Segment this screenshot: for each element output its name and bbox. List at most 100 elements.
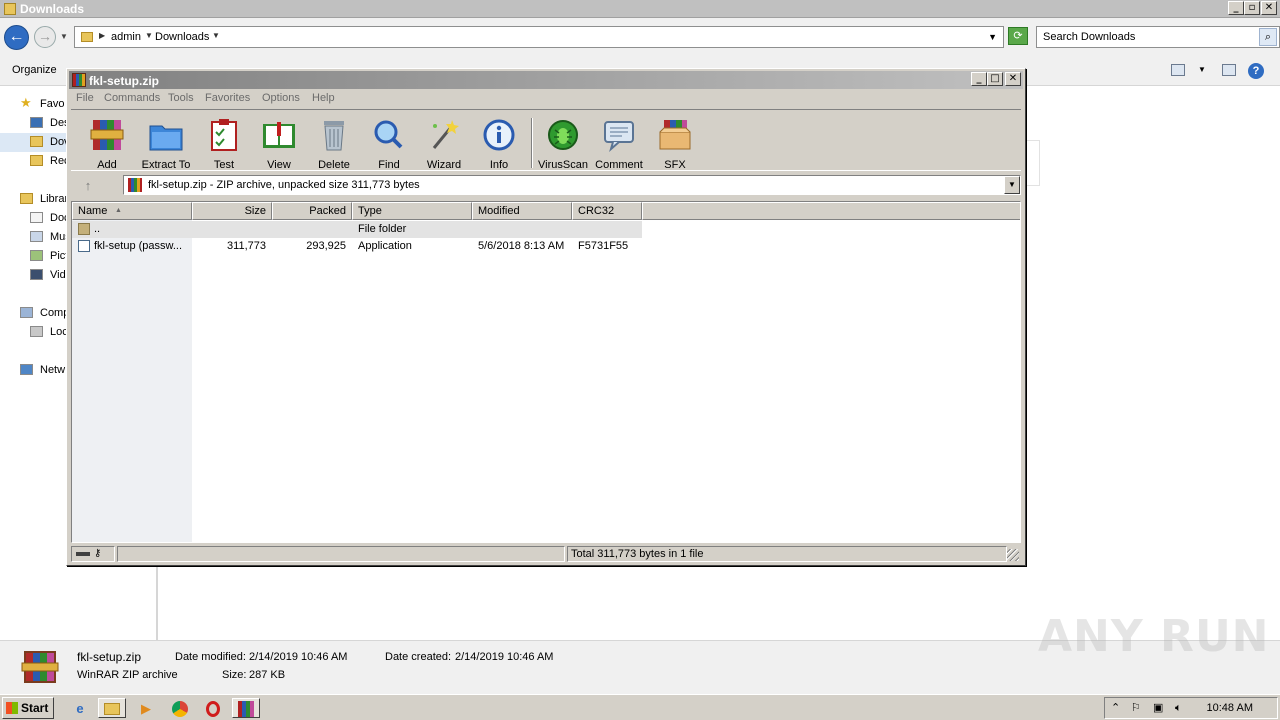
address-field[interactable]: ▶ admin ▼ Downloads ▼ ▼	[74, 26, 1004, 48]
breadcrumb-arrow-icon[interactable]: ▼	[212, 31, 220, 40]
extract-to-button[interactable]: Extract To	[138, 116, 194, 171]
taskbar-chrome[interactable]	[166, 698, 194, 718]
resize-grip-icon[interactable]	[1007, 549, 1019, 561]
winrar-titlebar[interactable]: fkl-setup.zip _ □ ✕	[69, 71, 1023, 89]
column-header-type[interactable]: Type	[352, 202, 472, 220]
view-button[interactable]: View	[251, 116, 307, 171]
windows-flag-icon	[6, 702, 18, 714]
archive-path-field[interactable]: fkl-setup.zip - ZIP archive, unpacked si…	[123, 175, 1021, 195]
forward-button[interactable]: →	[34, 26, 56, 48]
taskbar-ie[interactable]: e	[66, 698, 94, 718]
chrome-icon	[172, 701, 188, 717]
menu-tools[interactable]: Tools	[168, 92, 194, 104]
folder-icon	[4, 3, 16, 15]
help-icon[interactable]: ?	[1248, 63, 1264, 79]
table-row[interactable]: fkl-setup (passw... 311,773 293,925 Appl…	[72, 238, 642, 255]
archive-path-text: fkl-setup.zip - ZIP archive, unpacked si…	[148, 179, 420, 191]
search-placeholder: Search Downloads	[1043, 31, 1136, 43]
comment-button[interactable]: Comment	[591, 116, 647, 171]
details-created-label: Date created:	[385, 651, 452, 663]
nav-item-computer[interactable]: Comp	[40, 307, 69, 319]
search-icon[interactable]: ⌕	[1259, 28, 1277, 46]
recent-pages-dropdown-icon[interactable]: ▼	[60, 32, 68, 41]
folder-icon	[78, 223, 90, 235]
menu-options[interactable]: Options	[262, 92, 300, 104]
comment-icon	[604, 121, 634, 152]
wizard-button[interactable]: Wizard	[416, 116, 472, 171]
start-button[interactable]: Start	[2, 697, 54, 719]
row-packed: 293,925	[306, 240, 346, 252]
taskbar-explorer[interactable]	[98, 698, 126, 718]
column-header-modified[interactable]: Modified	[472, 202, 572, 220]
column-header-crc32[interactable]: CRC32	[572, 202, 642, 220]
up-one-level-button[interactable]: ↑	[77, 177, 99, 195]
network-status-icon[interactable]: ▣	[1153, 702, 1163, 714]
change-view-icon[interactable]	[1171, 64, 1185, 76]
status-drive-key-panel[interactable]: ⚷	[71, 546, 115, 562]
action-center-flag-icon[interactable]: ⚐	[1131, 702, 1141, 714]
info-button[interactable]: Info	[471, 116, 527, 171]
sort-ascending-icon: ▲	[115, 207, 122, 214]
breadcrumb-admin[interactable]: admin	[111, 31, 141, 43]
add-button[interactable]: Add	[79, 116, 135, 171]
nav-item-network[interactable]: Netw	[40, 364, 65, 376]
clock[interactable]: 10:48 AM	[1207, 702, 1253, 714]
show-hidden-icons-icon[interactable]: ⌃	[1111, 702, 1120, 714]
organize-button[interactable]: Organize	[12, 64, 57, 76]
restore-button[interactable]: ▫	[1244, 1, 1260, 15]
status-total: Total 311,773 bytes in 1 file	[567, 546, 1007, 562]
breadcrumb-arrow-icon[interactable]: ▼	[145, 31, 153, 40]
info-label: Info	[489, 159, 509, 171]
explorer-titlebar[interactable]: Downloads _ ▫ ✕	[0, 0, 1280, 18]
nav-item-libraries[interactable]: Librar	[40, 193, 68, 205]
table-row[interactable]: .. File folder	[72, 221, 642, 238]
downloads-folder-icon	[30, 136, 43, 147]
row-size: 311,773	[227, 240, 266, 252]
test-button[interactable]: Test	[196, 116, 252, 171]
find-button[interactable]: Find	[361, 116, 417, 171]
preview-pane-icon[interactable]	[1222, 64, 1236, 76]
search-input[interactable]: Search Downloads ⌕	[1036, 26, 1280, 48]
minimize-button[interactable]: _	[1228, 1, 1244, 15]
address-dropdown-icon[interactable]: ▼	[988, 32, 997, 42]
volume-icon[interactable]: 🔈︎	[1175, 702, 1182, 714]
archive-file-list[interactable]: Name ▲ Size Packed Type Modified CRC32 .…	[71, 201, 1021, 543]
view-dropdown-icon[interactable]: ▼	[1198, 65, 1206, 74]
column-header-name[interactable]: Name ▲	[72, 202, 192, 220]
menu-favorites[interactable]: Favorites	[205, 92, 250, 104]
column-header-packed[interactable]: Packed	[272, 202, 352, 220]
winrar-minimize-button[interactable]: _	[971, 72, 987, 86]
explorer-title: Downloads	[20, 2, 85, 16]
path-dropdown-icon[interactable]: ▼	[1004, 176, 1020, 194]
pictures-icon	[30, 250, 43, 261]
menu-commands[interactable]: Commands	[104, 92, 160, 104]
row-modified: 5/6/2018 8:13 AM	[478, 240, 565, 252]
menu-help[interactable]: Help	[312, 92, 335, 104]
taskbar-opera[interactable]	[200, 698, 228, 718]
background-dialog-edge	[1026, 140, 1040, 186]
view-book-icon	[263, 122, 295, 148]
winrar-title: fkl-setup.zip	[89, 74, 160, 88]
details-created-value: 2/14/2019 10:46 AM	[455, 651, 554, 663]
menu-file[interactable]: File	[76, 92, 94, 104]
row-crc32: F5731F55	[578, 240, 629, 252]
winrar-archive-icon	[21, 651, 59, 683]
close-button[interactable]: ✕	[1261, 1, 1277, 15]
media-player-icon: ▶	[141, 701, 151, 716]
breadcrumb-downloads[interactable]: Downloads	[155, 31, 209, 43]
taskbar-winrar[interactable]	[232, 698, 260, 718]
virusscan-button[interactable]: VirusScan	[535, 116, 591, 171]
taskbar-media-player[interactable]: ▶	[132, 698, 160, 718]
winrar-close-button[interactable]: ✕	[1005, 72, 1021, 86]
delete-button[interactable]: Delete	[306, 116, 362, 171]
computer-icon	[20, 307, 33, 318]
nav-item-favorites[interactable]: Favo	[40, 98, 64, 110]
winrar-statusbar: ⚷ Total 311,773 bytes in 1 file	[71, 545, 1021, 563]
winrar-maximize-button[interactable]: □	[987, 72, 1003, 86]
back-button[interactable]: ←	[4, 25, 29, 50]
column-header-size[interactable]: Size	[192, 202, 272, 220]
breadcrumb-arrow-icon[interactable]: ▶	[99, 31, 105, 40]
find-label: Find	[378, 159, 400, 171]
refresh-button[interactable]: ⟳	[1008, 27, 1028, 45]
sfx-button[interactable]: SFX	[647, 116, 703, 171]
